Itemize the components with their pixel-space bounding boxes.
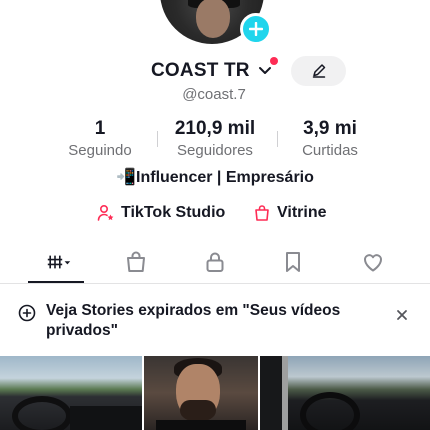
tab-videos[interactable] (38, 248, 80, 276)
chevron-down-icon[interactable] (257, 64, 273, 78)
stat-followers[interactable]: 210,9 mil Seguidores (165, 117, 265, 161)
vitrine-label: Vitrine (277, 204, 327, 221)
lock-icon (206, 252, 224, 272)
banner-text: Veja Stories expirados em "Seus vídeos p… (46, 302, 341, 339)
heart-icon (363, 254, 383, 272)
stat-value: 1 (94, 118, 106, 139)
video-thumbnail[interactable] (0, 356, 142, 430)
display-name[interactable]: COAST TR (151, 60, 250, 82)
stat-likes[interactable]: 3,9 mi Curtidas (290, 117, 370, 161)
video-thumbnail[interactable] (144, 356, 258, 430)
video-thumbnail[interactable] (260, 356, 430, 430)
notification-dot (270, 57, 278, 65)
stat-following[interactable]: 1 Seguindo (60, 117, 140, 161)
profile-stats: 1 Seguindo 210,9 mil Seguidores 3,9 mi C… (0, 117, 430, 163)
shopping-bag-icon (127, 251, 145, 272)
story-add-icon (18, 304, 36, 322)
vitrine-link[interactable]: Vitrine (253, 204, 327, 222)
stat-divider (277, 131, 278, 147)
bookmark-icon (286, 252, 300, 272)
tab-saved[interactable] (273, 248, 313, 276)
grid-icon (47, 255, 71, 269)
close-icon[interactable] (395, 308, 409, 322)
video-grid (0, 356, 430, 430)
tab-private[interactable] (195, 248, 235, 276)
stat-label: Curtidas (302, 142, 358, 159)
add-story-plus-icon[interactable] (240, 13, 272, 45)
edit-profile-button[interactable] (291, 56, 346, 86)
shopping-bag-icon (255, 205, 269, 221)
profile-tabs (0, 242, 430, 284)
pencil-icon (312, 64, 325, 78)
tab-liked[interactable] (353, 248, 393, 276)
tiktok-studio-link[interactable]: TikTok Studio (97, 204, 225, 222)
stat-divider (157, 131, 158, 147)
profile-links: TikTok Studio Vitrine (0, 204, 430, 226)
username: @coast.7 (182, 86, 246, 103)
stories-banner[interactable]: Veja Stories expirados em "Seus vídeos p… (0, 296, 430, 346)
active-tab-indicator (28, 281, 84, 283)
stat-label: Seguidores (177, 142, 253, 159)
stat-label: Seguindo (68, 142, 132, 159)
profile-bio: 📲Influencer | Empresário (116, 169, 314, 186)
stat-value: 3,9 mi (303, 118, 357, 139)
tiktok-studio-label: TikTok Studio (121, 204, 226, 221)
stat-value: 210,9 mil (174, 118, 256, 139)
tab-shop[interactable] (116, 248, 156, 276)
name-row: COAST TR (0, 56, 430, 86)
profile-avatar[interactable] (160, 0, 272, 52)
person-star-icon (97, 204, 114, 221)
